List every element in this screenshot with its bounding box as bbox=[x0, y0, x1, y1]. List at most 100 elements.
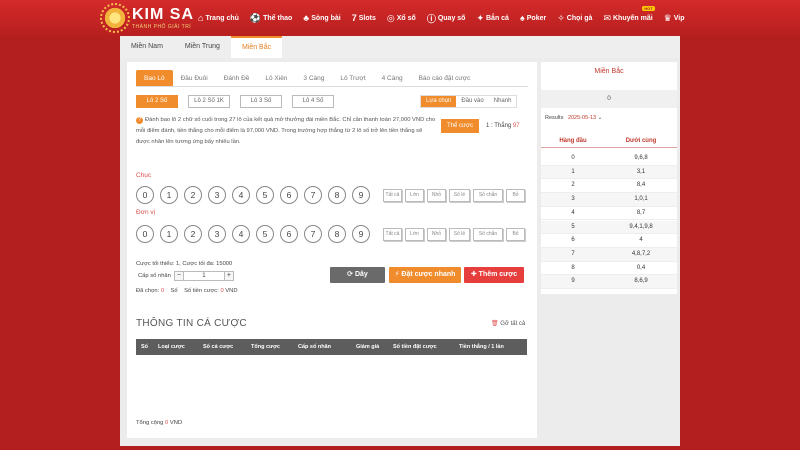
tens-number-0[interactable]: 0 bbox=[136, 186, 154, 204]
units-number-8[interactable]: 8 bbox=[328, 225, 346, 243]
nav-item-3[interactable]: 7 Slots bbox=[352, 13, 376, 23]
chevron-down-icon: ⌄ bbox=[597, 115, 603, 121]
tab-dau-duoi[interactable]: Đầu Đuôi bbox=[173, 70, 216, 86]
nav-item-7[interactable]: ♠ Poker bbox=[520, 13, 546, 23]
units-number-2[interactable]: 2 bbox=[184, 225, 202, 243]
rule-description-text: Đánh bao lô 2 chữ số cuối trong 27 lô củ… bbox=[136, 117, 436, 145]
quick-pick-3[interactable]: Số lẻ bbox=[449, 189, 470, 202]
quick-pick-2[interactable]: Nhỏ bbox=[427, 228, 446, 241]
nav-item-4[interactable]: ◎ Xổ số bbox=[387, 13, 416, 24]
result-head-digit: 4 bbox=[571, 209, 575, 216]
rules-button[interactable]: Thể cược bbox=[441, 119, 479, 133]
brand-logo[interactable]: KIM SA THÀNH PHỐ GIẢI TRÍ bbox=[100, 3, 194, 33]
multiplier-label: Cấp số nhân bbox=[138, 273, 171, 279]
tab-bet-report[interactable]: Báo cáo đặt cược bbox=[411, 70, 479, 86]
mode-quick[interactable]: Nhanh bbox=[489, 96, 517, 107]
tab-4-cang[interactable]: 4 Càng bbox=[374, 70, 411, 86]
hot-badge: HOT bbox=[642, 5, 655, 11]
quick-pick-1[interactable]: Lớn bbox=[405, 189, 424, 202]
nav-item-5[interactable]: ⓘ Quay số bbox=[427, 12, 466, 25]
tab-bao-lo[interactable]: Bao Lô bbox=[136, 70, 173, 86]
result-head-digit: 5 bbox=[571, 223, 575, 230]
tens-number-8[interactable]: 8 bbox=[328, 186, 346, 204]
units-number-3[interactable]: 3 bbox=[208, 225, 226, 243]
trash-icon: 🗑 bbox=[491, 321, 499, 327]
row-label-units: Đơn vị bbox=[136, 209, 156, 216]
tens-number-3[interactable]: 3 bbox=[208, 186, 226, 204]
column-header-4: Cấp số nhân bbox=[298, 344, 332, 350]
subtype-lo-4-so[interactable]: Lô 4 Số bbox=[292, 95, 334, 108]
quick-pick-0[interactable]: Tất cả bbox=[383, 228, 402, 241]
subtype-lo-2-so[interactable]: Lô 2 Số bbox=[136, 95, 178, 108]
tab-lo-truot[interactable]: Lô Trượt bbox=[332, 70, 373, 86]
quick-pick-4[interactable]: Số chẵn bbox=[473, 189, 503, 202]
nav-item-6[interactable]: ✦ Bắn cá bbox=[476, 13, 509, 24]
nav-item-10[interactable]: ♛ Vip bbox=[664, 13, 685, 24]
quick-pick-1[interactable]: Lớn bbox=[405, 228, 424, 241]
col-head: Hàng đầu bbox=[559, 138, 587, 144]
quick-pick-2[interactable]: Nhỏ bbox=[427, 189, 446, 202]
bet-table-header: Số Loại cược Số cá cược Tổng cược Cấp số nhâ… bbox=[136, 339, 527, 355]
result-row: 2 8,4 bbox=[541, 179, 677, 194]
units-number-4[interactable]: 4 bbox=[232, 225, 250, 243]
decrement-button[interactable]: − bbox=[173, 271, 184, 281]
mode-input[interactable]: Đầu vào bbox=[456, 96, 488, 107]
nav-label: Khuyến mãi bbox=[612, 14, 653, 22]
tab-3-cang[interactable]: 3 Càng bbox=[295, 70, 332, 86]
tens-number-6[interactable]: 6 bbox=[280, 186, 298, 204]
result-tail-digits: 8,6,9 bbox=[634, 278, 648, 285]
quick-pick-5[interactable]: Bỏ bbox=[506, 189, 525, 202]
multiplier-input[interactable]: 1 bbox=[183, 271, 224, 281]
nav-item-9[interactable]: ✉ Khuyến mãi HOT bbox=[603, 5, 655, 24]
result-row: 9 8,6,9 bbox=[541, 275, 677, 289]
increment-button[interactable]: + bbox=[223, 271, 234, 281]
tens-number-9[interactable]: 9 bbox=[352, 186, 370, 204]
clear-button[interactable]: ⟳ Dây bbox=[330, 267, 385, 283]
quick-pick-0[interactable]: Tất cả bbox=[383, 189, 402, 202]
result-tail-digits: 9,4,1,9,8 bbox=[629, 223, 653, 230]
nav-label: Vip bbox=[673, 14, 685, 22]
units-number-0[interactable]: 0 bbox=[136, 225, 154, 243]
units-number-5[interactable]: 5 bbox=[256, 225, 274, 243]
mode-select[interactable]: Lựa chọn bbox=[421, 96, 457, 107]
result-tail-digits: 4 bbox=[639, 237, 643, 244]
clear-all-button[interactable]: 🗑 Gỡ tất cả bbox=[491, 320, 525, 327]
quick-pick-5[interactable]: Bỏ bbox=[506, 228, 525, 241]
column-header-3: Tổng cược bbox=[251, 344, 280, 350]
tens-number-2[interactable]: 2 bbox=[184, 186, 202, 204]
quick-pick-4[interactable]: Số chẵn bbox=[473, 228, 503, 241]
selected-unit: Số bbox=[170, 288, 178, 294]
subtype-lo-2-so-1k[interactable]: Lô 2 Số 1K bbox=[188, 95, 230, 108]
nav-item-1[interactable]: ⚽ Thể thao bbox=[250, 13, 292, 24]
units-number-7[interactable]: 7 bbox=[304, 225, 322, 243]
tab-lo-xien[interactable]: Lô Xiên bbox=[257, 70, 295, 86]
units-number-6[interactable]: 6 bbox=[280, 225, 298, 243]
quick-bet-button[interactable]: ⚡ Đặt cược nhanh bbox=[389, 267, 461, 283]
quick-pick-3[interactable]: Số lẻ bbox=[449, 228, 470, 241]
crown-icon: ♛ bbox=[663, 12, 672, 23]
units-number-1[interactable]: 1 bbox=[160, 225, 178, 243]
subtype-lo-3-so[interactable]: Lô 3 Số bbox=[240, 95, 282, 108]
result-tail-digits: 4,8,7,2 bbox=[631, 250, 651, 257]
add-bet-button[interactable]: ✚ Thêm cược bbox=[464, 267, 524, 283]
tab-mien-bac[interactable]: Miền Bắc bbox=[230, 36, 283, 58]
nav-label: Chọi gà bbox=[566, 14, 593, 22]
brand-name: KIM SA bbox=[132, 6, 194, 23]
tens-number-7[interactable]: 7 bbox=[304, 186, 322, 204]
grand-total: Tổng cộng 0 VND bbox=[136, 420, 182, 426]
tab-mien-trung[interactable]: Miền Trung bbox=[174, 36, 231, 58]
nav-item-8[interactable]: ✧ Chọi gà bbox=[557, 13, 592, 24]
tens-number-5[interactable]: 5 bbox=[256, 186, 274, 204]
result-tail-digits: 3,1 bbox=[636, 168, 646, 175]
nav-item-0[interactable]: ⌂ Trang chủ bbox=[198, 13, 239, 23]
tens-number-1[interactable]: 1 bbox=[160, 186, 178, 204]
result-tail-digits: 0,4 bbox=[636, 264, 646, 271]
units-number-9[interactable]: 9 bbox=[352, 225, 370, 243]
results-date-picker[interactable]: Results 2025-05-13 ⌄ bbox=[545, 115, 602, 121]
nav-item-2[interactable]: ♣ Sòng bài bbox=[303, 13, 340, 23]
tab-mien-nam[interactable]: Miền Nam bbox=[120, 36, 174, 58]
tens-number-4[interactable]: 4 bbox=[232, 186, 250, 204]
tab-danh-de[interactable]: Đánh Đề bbox=[216, 70, 258, 86]
nav-label: Trang chủ bbox=[205, 14, 239, 22]
total-value: 0 bbox=[165, 420, 169, 426]
